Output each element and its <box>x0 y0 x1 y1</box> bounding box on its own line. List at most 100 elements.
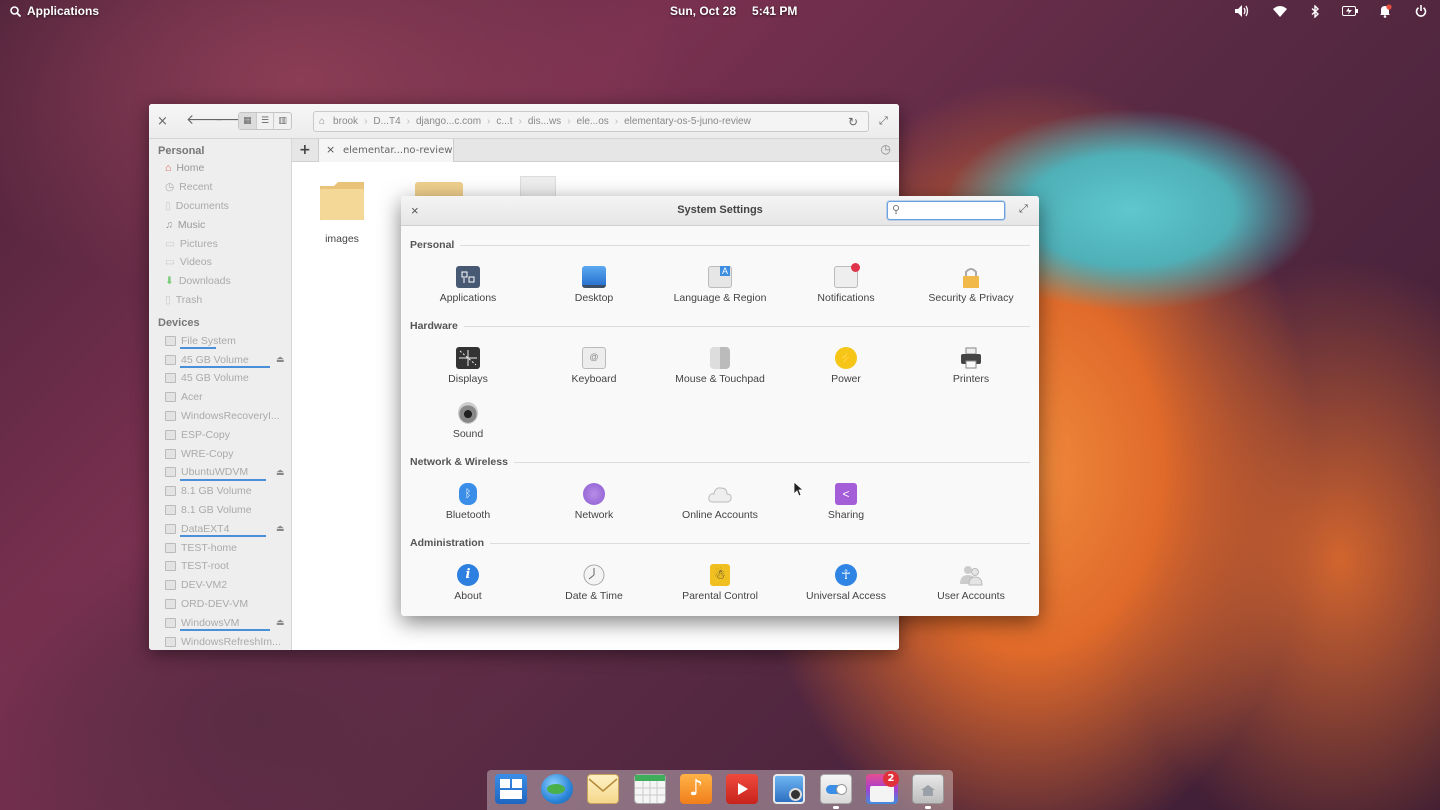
settings-keyboard[interactable]: @ Keyboard <box>539 347 649 385</box>
music-icon[interactable]: ♪ <box>680 774 712 804</box>
sidebar-item-pictures[interactable]: ▭ Pictures <box>149 234 291 253</box>
sidebar-item-recent[interactable]: ◷ Recent <box>149 178 291 197</box>
eject-icon[interactable]: ⏏ <box>276 467 285 478</box>
power-icon[interactable] <box>1413 3 1429 19</box>
reload-icon[interactable]: ↻ <box>842 115 864 129</box>
grid-view-icon[interactable]: ▦ <box>239 113 256 129</box>
eject-icon[interactable]: ⏏ <box>276 523 285 534</box>
column-view-icon[interactable]: ▥ <box>273 113 291 129</box>
sidebar-item-downloads[interactable]: ⬇ Downloads <box>149 272 291 291</box>
sidebar-item-device[interactable]: 45 GB Volume ⏏ <box>149 350 291 369</box>
multitasking-view-icon[interactable] <box>495 774 527 804</box>
folder-icon[interactable] <box>415 182 463 196</box>
file-icon[interactable] <box>520 176 556 198</box>
sidebar-item-device[interactable]: DataEXT4 ⏏ <box>149 519 291 538</box>
sidebar-item-device[interactable]: 45 GB Volume <box>149 369 291 388</box>
sidebar-item-videos[interactable]: ▭ Videos <box>149 253 291 272</box>
settings-desktop[interactable]: Desktop <box>539 266 649 304</box>
breadcrumb-item[interactable]: django...c.com <box>410 116 487 127</box>
sidebar-item-device[interactable]: DEV-VM2 <box>149 576 291 595</box>
tile-label: Network <box>574 509 614 521</box>
sidebar-item-device[interactable]: 8.1 GB Volume <box>149 501 291 520</box>
settings-displays[interactable]: Displays <box>413 347 523 385</box>
photos-icon[interactable] <box>773 774 805 804</box>
applications-menu[interactable]: Applications <box>10 4 99 18</box>
breadcrumb-item[interactable]: brook <box>327 116 364 127</box>
close-tab-icon[interactable]: × <box>326 143 335 156</box>
history-icon[interactable]: ◷ <box>881 142 891 156</box>
list-view-icon[interactable]: ☰ <box>255 113 274 129</box>
settings-power[interactable]: ⚡ Power <box>791 347 901 385</box>
new-tab-icon[interactable]: + <box>299 142 311 158</box>
sidebar-item-device[interactable]: Acer <box>149 388 291 407</box>
breadcrumb-item[interactable]: c...t <box>490 116 518 127</box>
breadcrumb[interactable]: ⌂ brook › D...T4 › django...c.com › c...t › … <box>313 111 869 132</box>
search-field[interactable] <box>905 203 1001 218</box>
notifications-icon[interactable] <box>1377 3 1393 19</box>
settings-universal-access[interactable]: ☥ Universal Access <box>791 564 901 602</box>
tab[interactable]: × elementar...no-review <box>318 139 454 162</box>
sidebar-item-label: Documents <box>175 199 229 212</box>
sidebar-item-device[interactable]: ORD-DEV-VM <box>149 595 291 614</box>
settings-date-time[interactable]: Date & Time <box>539 564 649 602</box>
sidebar-item-trash[interactable]: ▯ Trash <box>149 291 291 310</box>
settings-user-accounts[interactable]: User Accounts <box>916 564 1026 602</box>
settings-sharing[interactable]: < Sharing <box>791 483 901 521</box>
breadcrumb-item[interactable]: ele...os <box>571 116 615 127</box>
settings-applications[interactable]: Applications <box>413 266 523 304</box>
settings-online-accounts[interactable]: Online Accounts <box>665 483 775 521</box>
fullscreen-icon[interactable]: ⤢ <box>879 114 888 128</box>
eject-icon[interactable]: ⏏ <box>276 617 285 628</box>
sidebar-item-device[interactable]: ESP-Copy <box>149 425 291 444</box>
settings-language-region[interactable]: A Language & Region <box>665 266 775 304</box>
breadcrumb-item[interactable]: dis...ws <box>522 116 567 127</box>
volume-icon[interactable] <box>1234 3 1250 19</box>
settings-sound[interactable]: Sound <box>413 402 523 440</box>
bluetooth-icon[interactable] <box>1307 3 1323 19</box>
settings-mouse-touchpad[interactable]: Mouse & Touchpad <box>665 347 775 385</box>
sidebar-item-device[interactable]: TEST-root <box>149 557 291 576</box>
settings-notifications[interactable]: Notifications <box>791 263 901 304</box>
sidebar-item-device[interactable]: WindowsRecoveryI... <box>149 407 291 426</box>
date-time-indicator[interactable]: Sun, Oct 28 5:41 PM <box>670 4 797 18</box>
sidebar-item-device[interactable]: File System <box>149 331 291 350</box>
settings-bluetooth[interactable]: ᛒ Bluetooth <box>413 483 523 521</box>
folder-item[interactable]: images <box>315 180 369 245</box>
close-icon[interactable]: × <box>157 114 168 129</box>
sidebar-item-label: DEV-VM2 <box>181 579 228 592</box>
web-browser-icon[interactable] <box>541 774 573 804</box>
settings-network[interactable]: Network <box>539 483 649 521</box>
sidebar-item-device[interactable]: WRE-Copy <box>149 444 291 463</box>
drive-icon <box>165 542 176 553</box>
settings-printers[interactable]: Printers <box>916 347 1026 385</box>
videos-icon[interactable] <box>726 774 758 804</box>
search-input[interactable]: ⚲ <box>887 201 1005 220</box>
drive-icon <box>165 392 176 403</box>
appcenter-icon[interactable]: 2 <box>866 771 899 804</box>
eject-icon[interactable]: ⏏ <box>276 354 285 365</box>
sidebar-item-device[interactable]: WindowsRefreshIm... <box>149 632 291 650</box>
settings-security-privacy[interactable]: Security & Privacy <box>916 266 1026 304</box>
sidebar-item-home[interactable]: ⌂ Home <box>149 159 291 178</box>
usage-bar <box>180 535 266 538</box>
wifi-icon[interactable] <box>1272 3 1288 19</box>
settings-parental-control[interactable]: ☃ Parental Control <box>665 564 775 602</box>
tile-label: Universal Access <box>806 590 886 602</box>
settings-about[interactable]: i About <box>413 564 523 602</box>
home-icon[interactable]: ⌂ <box>314 116 327 127</box>
fullscreen-icon[interactable]: ⤢ <box>1019 203 1028 216</box>
calendar-icon[interactable] <box>634 774 666 804</box>
breadcrumb-item[interactable]: elementary-os-5-juno-review <box>618 116 757 127</box>
mail-icon[interactable] <box>587 774 619 804</box>
files-icon[interactable] <box>912 774 944 804</box>
sidebar-item-device[interactable]: WindowsVM ⏏ <box>149 613 291 632</box>
sidebar-item-documents[interactable]: ▯ Documents <box>149 197 291 216</box>
sidebar-item-label: WRE-Copy <box>181 447 234 460</box>
sidebar-item-device[interactable]: UbuntuWDVM ⏏ <box>149 463 291 482</box>
sidebar-item-music[interactable]: ♫ Music <box>149 215 291 234</box>
breadcrumb-item[interactable]: D...T4 <box>367 116 406 127</box>
sidebar-item-device[interactable]: TEST-home <box>149 538 291 557</box>
sidebar-item-device[interactable]: 8.1 GB Volume <box>149 482 291 501</box>
battery-icon[interactable] <box>1342 3 1358 19</box>
system-settings-icon[interactable] <box>820 774 852 804</box>
